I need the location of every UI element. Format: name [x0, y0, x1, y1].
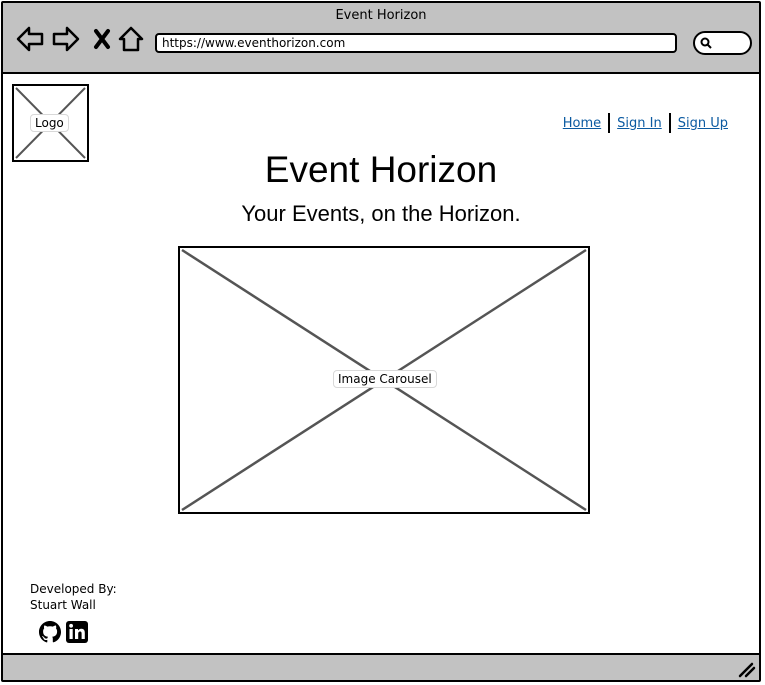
- footer-credits: Developed By: Stuart Wall: [30, 581, 117, 613]
- nav-link-sign-up[interactable]: Sign Up: [671, 116, 735, 131]
- forward-button[interactable]: [50, 23, 82, 55]
- page-subtitle: Your Events, on the Horizon.: [241, 201, 521, 226]
- linkedin-icon: [66, 621, 88, 643]
- main-nav: Home Sign In Sign Up: [556, 113, 735, 133]
- resize-handle-icon[interactable]: [736, 660, 756, 678]
- nav-link-sign-in[interactable]: Sign In: [610, 116, 669, 131]
- page-title: Event Horizon: [264, 149, 498, 190]
- back-button[interactable]: [14, 23, 46, 55]
- home-button[interactable]: [115, 23, 147, 55]
- stop-button[interactable]: [86, 23, 118, 55]
- back-arrow-icon: [16, 26, 44, 52]
- logo-label: Logo: [30, 114, 69, 132]
- carousel-label: Image Carousel: [333, 370, 437, 388]
- search-box[interactable]: [693, 31, 752, 55]
- github-link[interactable]: [38, 620, 62, 644]
- browser-toolbar: Event Horizon https://www.eventhorizon.c…: [3, 3, 759, 74]
- browser-status-bar: [3, 653, 759, 680]
- github-icon: [39, 621, 61, 643]
- window-title: Event Horizon: [335, 8, 427, 23]
- address-bar[interactable]: https://www.eventhorizon.com: [155, 33, 677, 53]
- browser-window: Event Horizon https://www.eventhorizon.c…: [1, 1, 761, 682]
- developer-name: Stuart Wall: [30, 598, 96, 612]
- close-x-icon: [94, 29, 110, 49]
- nav-link-home[interactable]: Home: [556, 116, 608, 131]
- forward-arrow-icon: [52, 26, 80, 52]
- search-icon: [700, 37, 712, 49]
- image-carousel[interactable]: Image Carousel: [178, 246, 590, 514]
- developed-by-label: Developed By:: [30, 582, 117, 596]
- linkedin-link[interactable]: [65, 620, 89, 644]
- home-icon: [118, 26, 144, 52]
